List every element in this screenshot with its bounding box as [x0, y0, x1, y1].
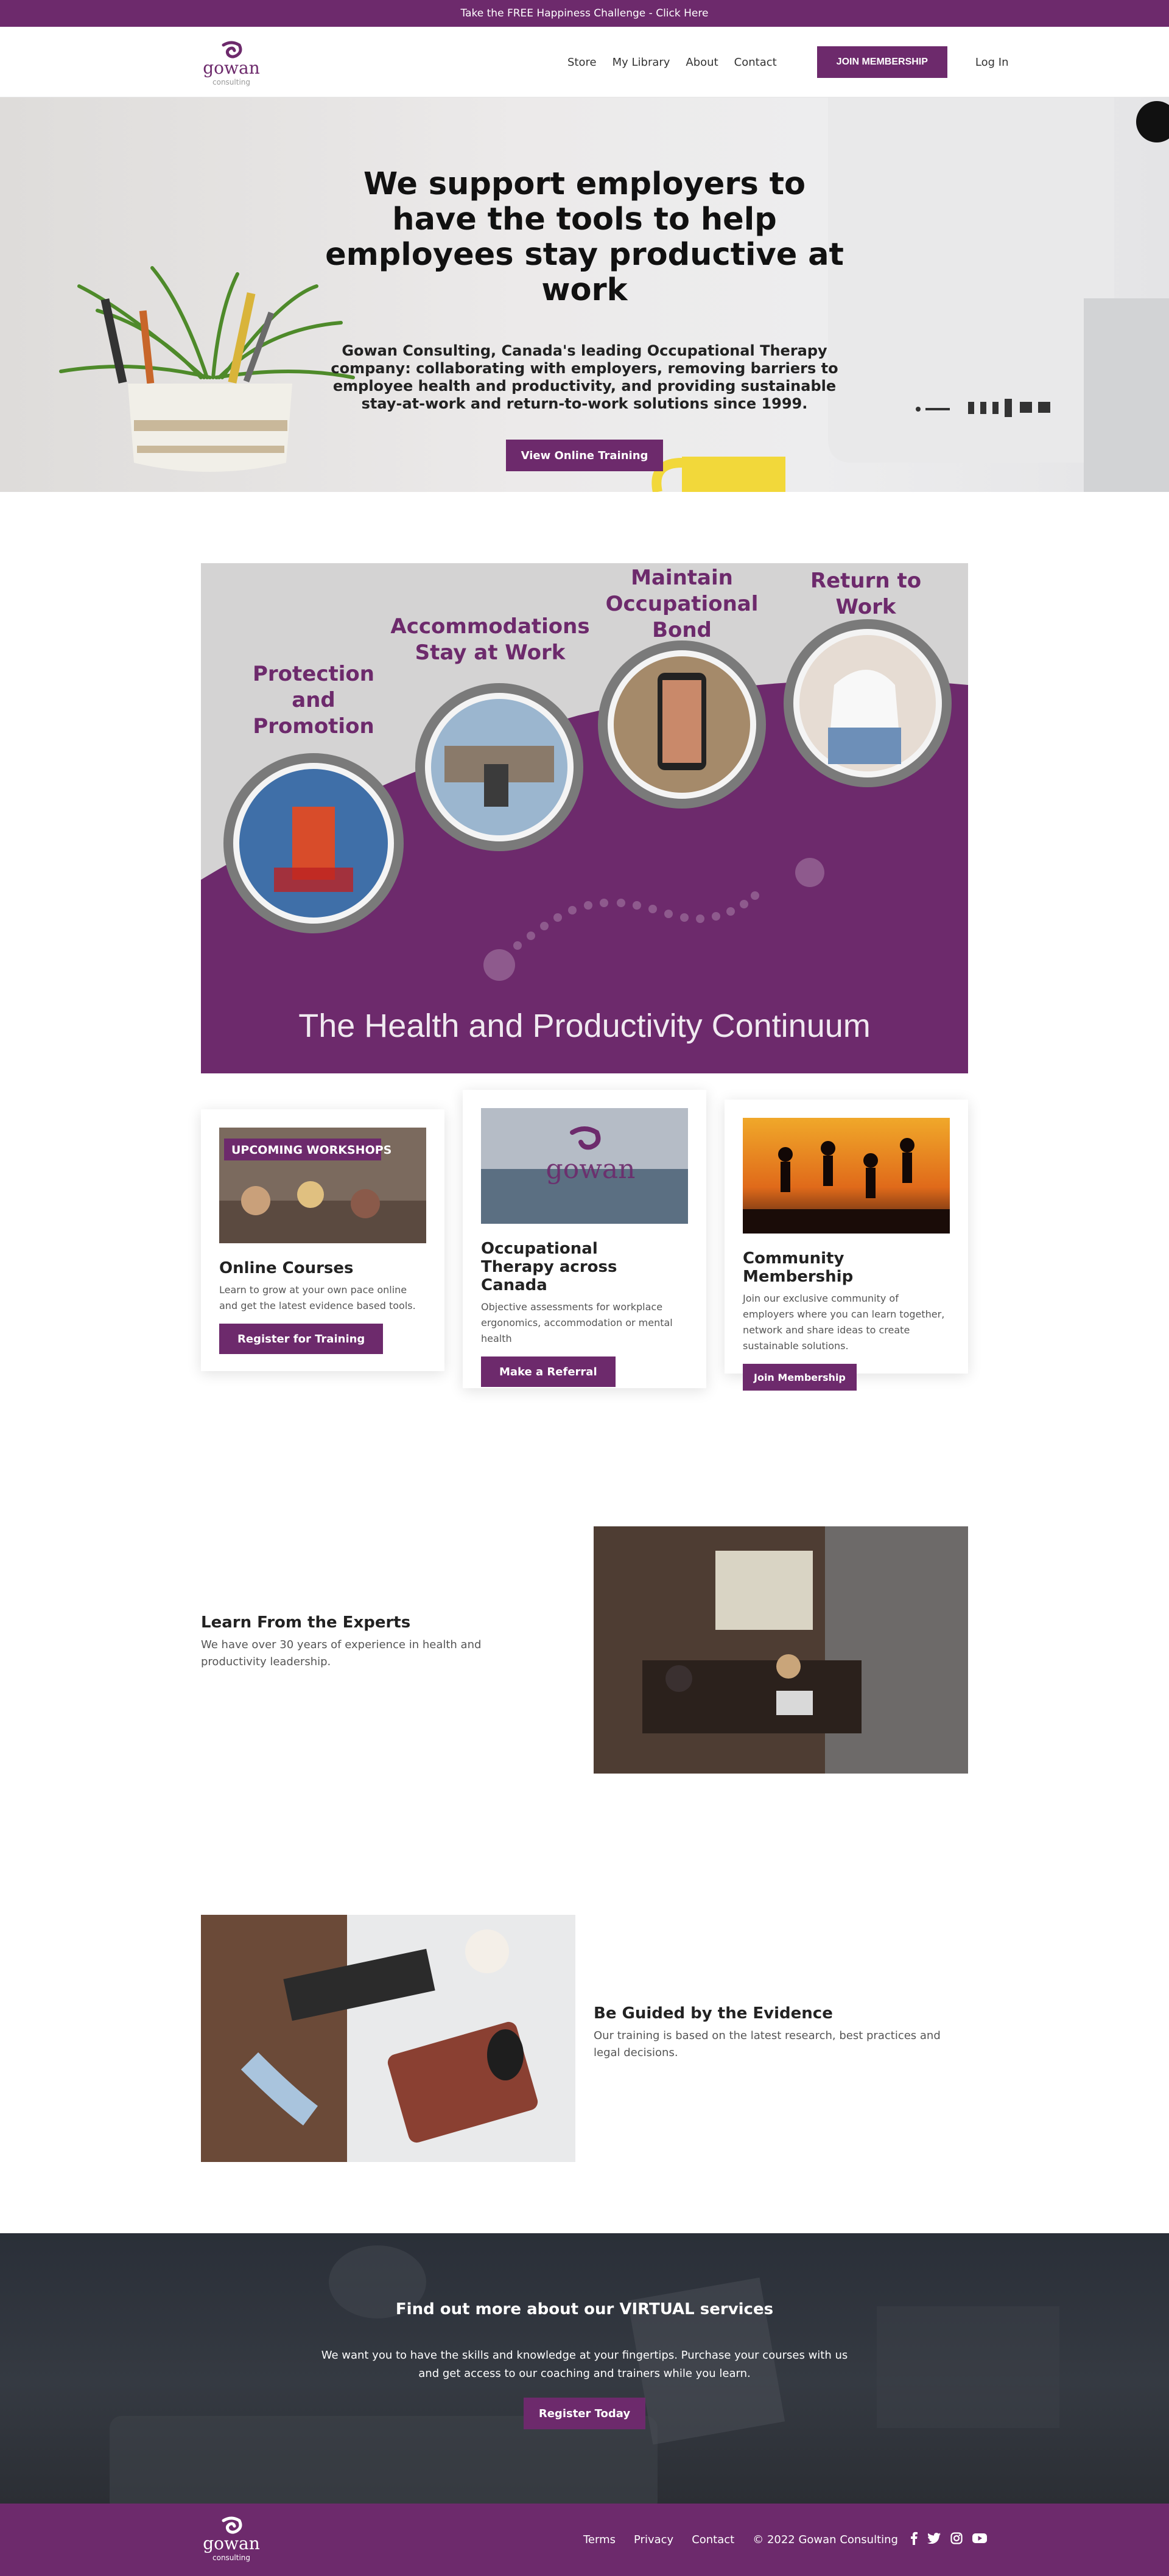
hero-monitor-image: [828, 97, 1169, 492]
facebook-icon[interactable]: [910, 2532, 918, 2548]
site-footer: gowan consulting Terms Privacy Contact ©…: [0, 2504, 1169, 2576]
continuum-caption: The Health and Productivity Continuum: [298, 1008, 871, 1044]
service-cards: UPCOMING WORKSHOPS Online Courses Learn …: [201, 1090, 968, 1391]
feature-guided-by-evidence: Be Guided by the Evidence Our training i…: [594, 2004, 953, 2062]
footer-link-privacy[interactable]: Privacy: [634, 2533, 673, 2546]
card-community-membership: Community Membership Join our exclusive …: [725, 1100, 968, 1391]
cta-title: Find out more about our VIRTUAL services: [395, 2300, 774, 2318]
announcement-bar[interactable]: Take the FREE Happiness Challenge - Clic…: [0, 0, 1169, 27]
register-today-button[interactable]: Register Today: [524, 2398, 645, 2429]
card-body: Objective assessments for workplace ergo…: [481, 1301, 673, 1344]
site-logo[interactable]: gowan consulting: [201, 39, 262, 86]
view-online-training-button[interactable]: View Online Training: [506, 440, 663, 471]
card-title: Occupational Therapy across Canada: [481, 1240, 688, 1294]
footer-links: Terms Privacy Contact © 2022 Gowan Consu…: [583, 2504, 987, 2576]
upcoming-workshops-image[interactable]: UPCOMING WORKSHOPS: [219, 1128, 426, 1243]
instagram-icon[interactable]: [950, 2532, 963, 2547]
hero-title: We support employers to have the tools t…: [325, 166, 844, 308]
community-jumping-image[interactable]: [743, 1118, 950, 1234]
nav-item-store[interactable]: Store: [567, 56, 597, 69]
stage-circle-accommodations: [415, 683, 583, 851]
card-title: Community Membership: [743, 1249, 854, 1286]
footer-logo[interactable]: gowan consulting: [201, 2515, 262, 2562]
feature-title: Be Guided by the Evidence: [594, 2004, 833, 2023]
stage-circle-occupational-bond: [598, 640, 766, 809]
nav-item-my-library[interactable]: My Library: [613, 56, 670, 69]
footer-link-contact[interactable]: Contact: [692, 2533, 734, 2546]
nav-item-about[interactable]: About: [686, 56, 718, 69]
youtube-icon[interactable]: [972, 2533, 987, 2547]
cta-content: Find out more about our VIRTUAL services…: [317, 2300, 852, 2429]
twitter-icon[interactable]: [927, 2533, 941, 2547]
card-title-line: Occupational: [481, 1240, 598, 1258]
card-body: Learn to grow at your own pace online an…: [219, 1284, 416, 1311]
footer-link-terms[interactable]: Terms: [583, 2533, 616, 2546]
hero-subtitle: Gowan Consulting, Canada's leading Occup…: [331, 342, 838, 412]
join-membership-button[interactable]: JOIN MEMBERSHIP: [816, 46, 947, 78]
meeting-room-image: [594, 1526, 968, 1774]
hero-content: We support employers to have the tools t…: [323, 167, 846, 471]
logo-tagline: consulting: [212, 2553, 250, 2562]
health-productivity-continuum-graphic: Protection and Promotion Accommodations Sta…: [201, 563, 968, 1073]
footer-copyright: © 2022 Gowan Consulting: [753, 2533, 898, 2546]
announcement-link[interactable]: Take the FREE Happiness Challenge - Clic…: [461, 7, 709, 19]
main-menu: Store My Library About Contact JOIN MEMB…: [567, 27, 1009, 97]
logo-wordmark: gowan: [203, 2533, 260, 2553]
desk-workspace-image: [201, 1915, 575, 2162]
card-online-courses: UPCOMING WORKSHOPS Online Courses Learn …: [201, 1109, 444, 1371]
register-for-training-button[interactable]: Register for Training: [219, 1324, 384, 1354]
card-body: Join our exclusive community of employer…: [743, 1293, 945, 1352]
feature-body: Our training is based on the latest rese…: [594, 2029, 941, 2059]
cta-body: We want you to have the skills and knowl…: [321, 2349, 848, 2380]
virtual-services-section: Find out more about our VIRTUAL services…: [0, 2233, 1169, 2504]
make-a-referral-button[interactable]: Make a Referral: [481, 1356, 616, 1387]
stage-circle-return-to-work: [784, 619, 952, 787]
feature-title: Learn From the Experts: [201, 1613, 411, 1632]
gowan-seascape-image[interactable]: gowan: [481, 1108, 688, 1224]
logo-tagline: consulting: [212, 78, 250, 86]
logo-wordmark: gowan: [203, 58, 260, 78]
feature-learn-from-experts: Learn From the Experts We have over 30 y…: [201, 1613, 542, 1671]
card-title-line: Therapy across Canada: [481, 1258, 617, 1294]
hero-section: We support employers to have the tools t…: [0, 97, 1169, 492]
svg-text:gowan: gowan: [546, 1154, 636, 1185]
card-title: Online Courses: [219, 1259, 354, 1277]
site-header: gowan consulting Store My Library About …: [0, 27, 1169, 97]
join-membership-card-button[interactable]: Join Membership: [743, 1364, 857, 1391]
card-occupational-therapy: gowan Occupational Therapy across Canada …: [463, 1090, 706, 1388]
stage-circle-protection: [223, 753, 404, 933]
social-links: [910, 2532, 987, 2548]
login-link[interactable]: Log In: [975, 56, 1009, 69]
card-badge: UPCOMING WORKSHOPS: [231, 1143, 391, 1157]
nav-item-contact[interactable]: Contact: [734, 56, 777, 69]
feature-body: We have over 30 years of experience in h…: [201, 1638, 482, 1668]
